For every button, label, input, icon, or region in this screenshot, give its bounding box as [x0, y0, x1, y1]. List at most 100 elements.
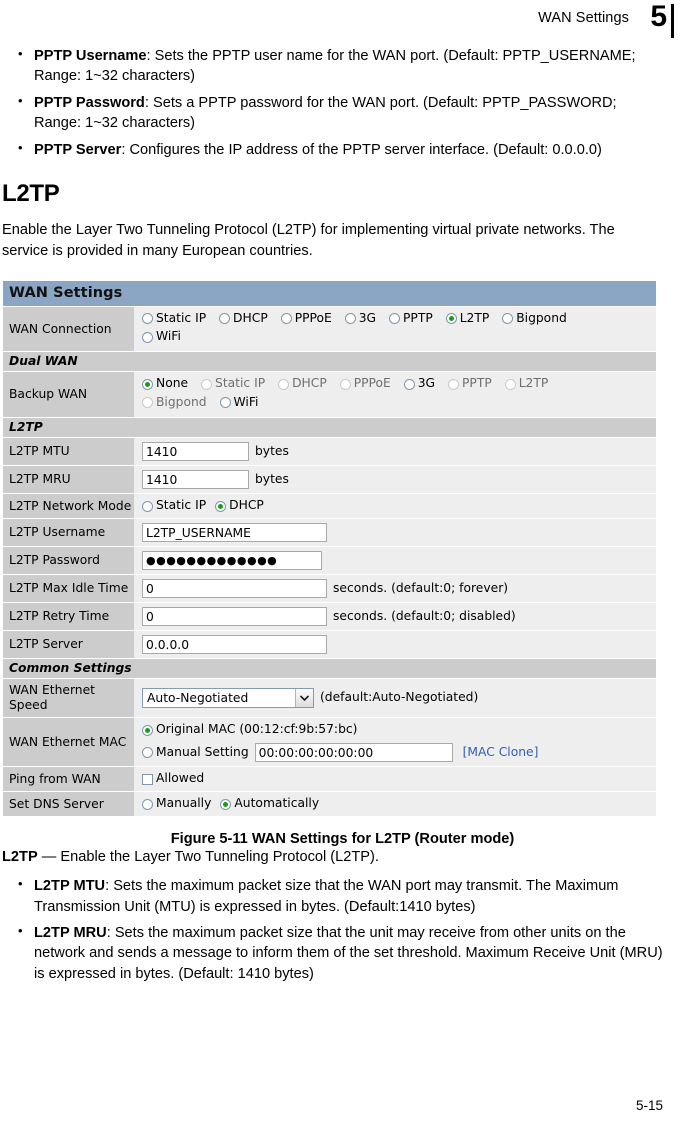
radio-label: PPPoE — [353, 376, 391, 391]
running-head-title: WAN Settings — [538, 10, 629, 26]
radio-icon — [504, 378, 516, 390]
row-l2tp-max-idle-time: L2TP Max Idle Time 0 seconds. (default:0… — [3, 575, 656, 604]
row-l2tp-password: L2TP Password ●●●●●●●●●●●●● — [3, 547, 656, 576]
radio-backup-none[interactable]: None — [142, 376, 188, 392]
lead-term: L2TP — [2, 849, 38, 866]
radio-wan-pppoe[interactable]: PPPoE — [280, 310, 332, 327]
radio-label: Static IP — [156, 310, 207, 325]
row-l2tp-mru: L2TP MRU 1410 bytes — [3, 466, 656, 495]
radio-icon — [389, 313, 400, 325]
chevron-down-icon — [295, 689, 313, 708]
radio-icon — [215, 500, 227, 512]
radio-backup-dhcp[interactable]: DHCP — [278, 376, 327, 392]
row-value: 1410 bytes — [134, 438, 656, 466]
row-value: L2TP_USERNAME — [134, 519, 656, 547]
panel-title: WAN Settings — [3, 280, 656, 307]
l2tp-max-idle-time-hint: seconds. (default:0; forever) — [333, 580, 509, 595]
list-item: PPTP Server: Configures the IP address o… — [12, 139, 667, 160]
radio-manual-mac[interactable]: Manual Setting — [142, 745, 249, 761]
row-label: L2TP Server — [3, 631, 134, 659]
l2tp-mru-input[interactable]: 1410 — [142, 470, 249, 490]
radio-icon — [142, 798, 153, 810]
row-wan-ethernet-mac: WAN Ethernet MAC Original MAC (00:12:cf:… — [3, 718, 656, 768]
radio-label: DHCP — [229, 498, 264, 513]
row-l2tp-username: L2TP Username L2TP_USERNAME — [3, 519, 656, 548]
radio-wan-pptp[interactable]: PPTP — [389, 311, 433, 327]
after-figure-lead: L2TP — Enable the Layer Two Tunneling Pr… — [2, 847, 651, 868]
radio-backup-wifi[interactable]: WiFi — [219, 394, 259, 411]
row-label: WAN Connection — [3, 306, 134, 352]
row-label: L2TP MRU — [3, 466, 134, 494]
row-label: Ping from WAN — [3, 767, 134, 792]
radio-dns-manually[interactable]: Manually — [142, 796, 211, 812]
radio-icon — [448, 378, 460, 390]
bullet-term: PPTP Password — [34, 94, 145, 111]
lead-text: — Enable the Layer Two Tunneling Protoco… — [37, 849, 379, 866]
mac-clone-link[interactable]: [MAC Clone] — [463, 745, 539, 761]
section-heading: L2TP — [2, 180, 60, 208]
l2tp-mru-unit: bytes — [255, 471, 289, 486]
l2tp-max-idle-time-input[interactable]: 0 — [142, 579, 327, 599]
radio-label: L2TP — [459, 310, 490, 325]
radio-original-mac[interactable]: Original MAC (00:12:cf:9b:57:bc) — [142, 722, 357, 738]
radio-backup-l2tp[interactable]: L2TP — [504, 376, 548, 392]
row-label: L2TP Network Mode — [3, 494, 134, 519]
radio-label: Static IP — [215, 376, 266, 391]
l2tp-username-input[interactable]: L2TP_USERNAME — [142, 523, 327, 543]
bullet-text: : Sets the maximum packet size that the … — [34, 878, 619, 915]
list-item: PPTP Password: Sets a PPTP password for … — [12, 92, 667, 134]
radio-wan-3g[interactable]: 3G — [344, 310, 377, 327]
radio-backup-3g[interactable]: 3G — [403, 376, 436, 392]
l2tp-mtu-input[interactable]: 1410 — [142, 442, 249, 462]
bullet-text: : Sets the maximum packet size that the … — [34, 924, 663, 982]
radio-netmode-static-ip[interactable]: Static IP — [142, 498, 206, 514]
radio-label: Static IP — [156, 498, 207, 513]
row-value: 0 seconds. (default:0; forever) — [134, 575, 656, 603]
radio-netmode-dhcp[interactable]: DHCP — [215, 498, 264, 514]
row-ping-from-wan: Ping from WAN Allowed — [3, 767, 656, 793]
l2tp-server-input[interactable]: 0.0.0.0 — [142, 635, 327, 655]
radio-backup-pppoe[interactable]: PPPoE — [339, 376, 391, 392]
row-backup-wan: Backup WAN None Static IP DHCP PPPoE 3G … — [3, 372, 656, 419]
radio-icon — [344, 313, 356, 325]
radio-dns-automatically[interactable]: Automatically — [220, 796, 319, 812]
list-item: PPTP Username: Sets the PPTP user name f… — [12, 45, 667, 87]
wan-settings-panel: WAN Settings WAN Connection Static IP DH… — [2, 279, 657, 818]
row-l2tp-mtu: L2TP MTU 1410 bytes — [3, 438, 656, 467]
l2tp-retry-time-input[interactable]: 0 — [142, 607, 327, 627]
checkbox-ping-allowed[interactable]: Allowed — [142, 771, 204, 787]
radio-wan-l2tp[interactable]: L2TP — [445, 310, 490, 327]
row-label: L2TP Retry Time — [3, 603, 134, 631]
wan-ethernet-speed-select[interactable]: Auto-Negotiated — [142, 688, 314, 709]
section-paragraph: Enable the Layer Two Tunneling Protocol … — [2, 222, 615, 259]
radio-icon — [201, 378, 213, 390]
radio-backup-pptp[interactable]: PPTP — [448, 376, 492, 392]
radio-label: Automatically — [234, 796, 320, 811]
radio-backup-static-ip[interactable]: Static IP — [201, 376, 265, 392]
radio-wan-dhcp[interactable]: DHCP — [219, 311, 268, 327]
row-value: ●●●●●●●●●●●●● — [134, 547, 656, 575]
radio-label: Bigpond — [156, 394, 207, 409]
manual-mac-input[interactable]: 00:00:00:00:00:00 — [254, 743, 453, 763]
row-l2tp-network-mode: L2TP Network Mode Static IP DHCP — [3, 494, 656, 520]
radio-icon — [502, 313, 514, 325]
radio-backup-bigpond[interactable]: Bigpond — [142, 395, 207, 411]
row-label: Set DNS Server — [3, 792, 134, 817]
radio-label: 3G — [417, 376, 436, 391]
radio-label: PPPoE — [294, 310, 332, 325]
radio-label: WiFi — [233, 394, 259, 409]
row-wan-ethernet-speed: WAN Ethernet Speed Auto-Negotiated (defa… — [3, 679, 656, 719]
radio-icon — [445, 313, 457, 325]
radio-wan-bigpond[interactable]: Bigpond — [502, 311, 567, 327]
radio-wan-static-ip[interactable]: Static IP — [142, 311, 206, 327]
bullet-term: L2TP MRU — [34, 924, 107, 941]
radio-label: 3G — [358, 310, 377, 325]
radio-wan-wifi[interactable]: WiFi — [142, 329, 181, 345]
row-value: Auto-Negotiated (default:Auto-Negotiated… — [134, 679, 656, 718]
list-item: L2TP MRU: Sets the maximum packet size t… — [12, 922, 667, 984]
radio-label: PPTP — [403, 310, 433, 325]
row-label: L2TP Max Idle Time — [3, 575, 134, 603]
l2tp-password-input[interactable]: ●●●●●●●●●●●●● — [142, 551, 322, 571]
row-label: WAN Ethernet MAC — [3, 718, 134, 767]
bullet-term: PPTP Username — [34, 48, 147, 64]
